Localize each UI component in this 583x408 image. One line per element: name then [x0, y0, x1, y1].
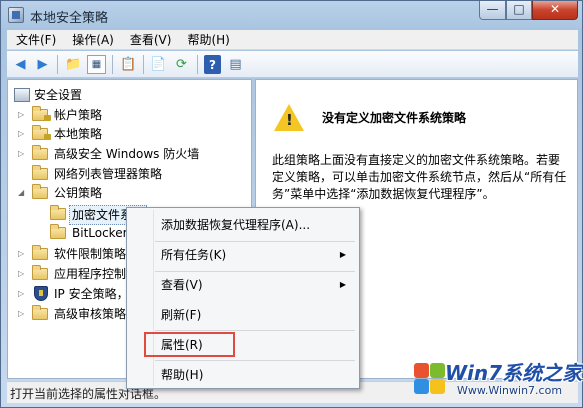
- context-menu: 添加数据恢复代理程序(A)... 所有任务(K) ▶ 查看(V) ▶ 刷新(F)…: [126, 207, 360, 389]
- folder-icon: [32, 305, 48, 320]
- expand-arrow-icon[interactable]: ▷: [18, 285, 28, 303]
- context-menu-separator: [155, 271, 355, 272]
- folder-icon: [50, 224, 66, 239]
- export-list-icon[interactable]: 📄: [149, 55, 168, 74]
- clipboard-icon[interactable]: 📋: [119, 55, 138, 74]
- menu-bar: 文件(F) 操作(A) 查看(V) 帮助(H): [7, 30, 578, 50]
- expand-arrow-icon[interactable]: ▷: [18, 125, 28, 143]
- properties-grid-icon[interactable]: ▤: [226, 55, 245, 74]
- menu-help[interactable]: 帮助(H): [178, 30, 236, 48]
- folder-icon: [50, 205, 66, 220]
- menu-view[interactable]: 查看(V): [121, 30, 179, 48]
- context-menu-separator: [155, 360, 355, 361]
- title-bar[interactable]: 本地安全策略 — □ ✕: [1, 1, 582, 29]
- context-menu-view[interactable]: 查看(V) ▶: [161, 275, 351, 295]
- window-title: 本地安全策略: [30, 11, 109, 26]
- expand-arrow-icon[interactable]: ▷: [18, 265, 28, 283]
- help-icon[interactable]: ?: [204, 55, 221, 74]
- security-policy-app-icon: [8, 7, 24, 23]
- windows-logo-icon: [412, 361, 446, 395]
- details-description: 此组策略上面没有直接定义的加密文件系统策略。若要定义策略，可以单击加密文件系统节…: [272, 153, 567, 201]
- forward-arrow-icon[interactable]: ▶: [33, 55, 52, 74]
- warning-icon: [274, 104, 304, 131]
- folder-icon: [32, 184, 48, 199]
- watermark: Win7系统之家 Www.Winwin7.com: [412, 355, 583, 403]
- folder-icon: [32, 265, 48, 280]
- menu-action[interactable]: 操作(A): [63, 30, 121, 48]
- toolbar-separator: [57, 55, 58, 74]
- expand-arrow-icon[interactable]: ▷: [18, 305, 28, 323]
- refresh-icon[interactable]: ⟳: [172, 55, 191, 74]
- expand-arrow-icon[interactable]: ▷: [18, 106, 28, 124]
- show-tree-icon[interactable]: ▦: [87, 55, 106, 74]
- watermark-url: Www.Winwin7.com: [457, 384, 563, 397]
- context-menu-all-tasks[interactable]: 所有任务(K) ▶: [161, 245, 351, 265]
- context-menu-separator: [155, 241, 355, 242]
- lock-icon: [44, 134, 51, 140]
- toolbar-separator: [112, 55, 113, 74]
- context-menu-help[interactable]: 帮助(H): [161, 365, 351, 385]
- properties-highlight-box: [144, 332, 235, 357]
- toolbar-separator: [143, 55, 144, 74]
- watermark-title: Win7系统之家: [445, 361, 583, 385]
- expand-arrow-icon[interactable]: ▷: [18, 145, 28, 163]
- context-menu-add-recovery-agent[interactable]: 添加数据恢复代理程序(A)...: [161, 215, 351, 235]
- close-button[interactable]: ✕: [532, 1, 578, 20]
- ip-security-shield-icon: [34, 286, 48, 301]
- submenu-arrow-icon: ▶: [339, 280, 346, 289]
- lock-icon: [44, 115, 51, 121]
- folder-icon: [32, 245, 48, 260]
- back-arrow-icon[interactable]: ◀: [11, 55, 30, 74]
- context-menu-refresh[interactable]: 刷新(F): [161, 305, 351, 325]
- folder-icon: [32, 165, 48, 180]
- folder-icon: [32, 145, 48, 160]
- toolbar-separator: [197, 55, 198, 74]
- context-menu-separator: [155, 330, 355, 331]
- collapse-arrow-icon[interactable]: ◢: [18, 184, 28, 202]
- toolbar: ◀ ▶ 📁 ▦ 📋 📄 ⟳ ? ▤: [7, 51, 578, 78]
- menu-file[interactable]: 文件(F): [7, 30, 63, 48]
- submenu-arrow-icon: ▶: [339, 250, 346, 259]
- details-title: 没有定义加密文件系统策略: [322, 111, 467, 125]
- expand-arrow-icon[interactable]: ▷: [18, 245, 28, 263]
- minimize-button[interactable]: —: [479, 1, 506, 20]
- up-folder-icon[interactable]: 📁: [64, 55, 83, 74]
- maximize-button[interactable]: □: [506, 1, 532, 20]
- security-settings-icon: [14, 88, 30, 102]
